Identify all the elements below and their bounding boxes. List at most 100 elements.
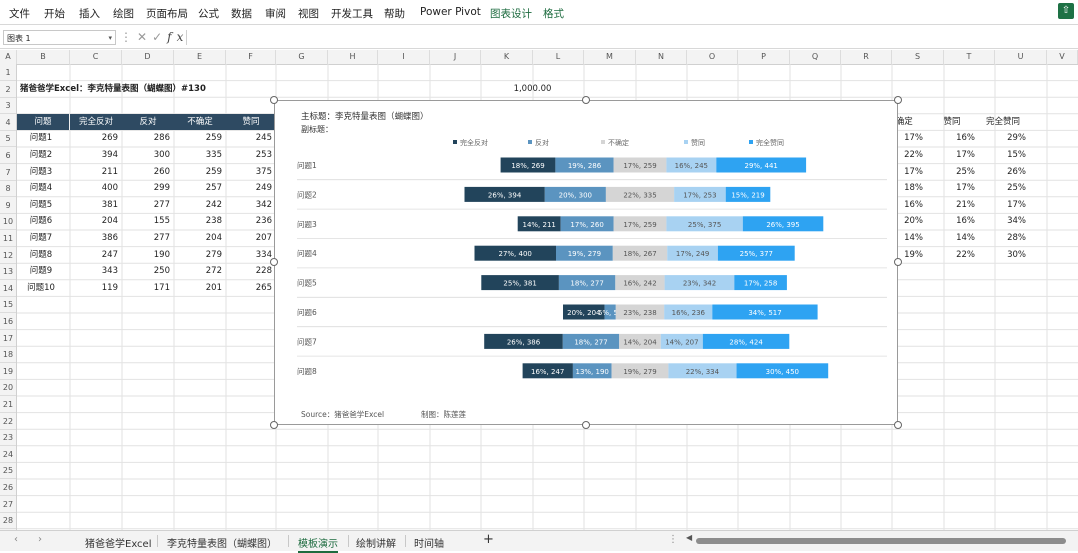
cancel-icon[interactable]: ✕ bbox=[137, 30, 152, 44]
column-header-J[interactable]: J bbox=[430, 50, 481, 64]
column-header-Q[interactable]: Q bbox=[790, 50, 841, 64]
table-cell[interactable]: 257 bbox=[174, 180, 222, 196]
row-header-2[interactable]: 2 bbox=[0, 81, 16, 98]
ribbon-tab-power-pivot[interactable]: Power Pivot bbox=[420, 6, 481, 18]
table-header-2[interactable]: 完全反对 bbox=[70, 114, 122, 130]
column-header-P[interactable]: P bbox=[738, 50, 790, 64]
table-header-5[interactable]: 赞同 bbox=[226, 114, 276, 130]
row-header-6[interactable]: 6 bbox=[0, 147, 16, 164]
row-header-19[interactable]: 19 bbox=[0, 363, 16, 380]
row-header-23[interactable]: 23 bbox=[0, 429, 16, 446]
table-cell[interactable]: 343 bbox=[70, 263, 118, 279]
horizontal-scrollbar[interactable]: ◀ bbox=[686, 533, 1072, 545]
table-cell[interactable]: 207 bbox=[226, 230, 272, 246]
name-box[interactable]: 图表 1 ▾ bbox=[3, 30, 116, 45]
ribbon-tab-draw[interactable]: 绘图 bbox=[113, 6, 134, 21]
ribbon-tab-home[interactable]: 开始 bbox=[44, 6, 65, 21]
right-table-cell[interactable]: 17% bbox=[978, 197, 1026, 213]
table-cell[interactable]: 245 bbox=[226, 130, 272, 146]
row-header-8[interactable]: 8 bbox=[0, 180, 16, 197]
chevron-down-icon[interactable]: ▾ bbox=[108, 31, 112, 46]
ribbon-tab-format[interactable]: 格式 bbox=[543, 6, 564, 21]
table-cell[interactable]: 277 bbox=[122, 197, 170, 213]
table-cell[interactable]: 260 bbox=[122, 164, 170, 180]
table-cell[interactable]: 300 bbox=[122, 147, 170, 163]
resize-handle[interactable] bbox=[894, 96, 902, 104]
table-row-label[interactable]: 问题8 bbox=[17, 247, 65, 263]
row-header-18[interactable]: 18 bbox=[0, 346, 16, 363]
right-header-3[interactable]: 完全赞同 bbox=[978, 114, 1028, 130]
right-table-cell[interactable]: 25% bbox=[978, 180, 1026, 196]
table-cell[interactable]: 265 bbox=[226, 280, 272, 296]
table-row-label[interactable]: 问题5 bbox=[17, 197, 65, 213]
row-header-13[interactable]: 13 bbox=[0, 263, 16, 280]
column-header-B[interactable]: B bbox=[17, 50, 70, 64]
ribbon-tab-review[interactable]: 审阅 bbox=[265, 6, 286, 21]
row-header-21[interactable]: 21 bbox=[0, 396, 16, 413]
table-cell[interactable]: 259 bbox=[174, 164, 222, 180]
table-cell[interactable]: 247 bbox=[70, 247, 118, 263]
add-sheet-button[interactable]: + bbox=[483, 532, 494, 547]
table-row-label[interactable]: 问题2 bbox=[17, 147, 65, 163]
table-cell[interactable]: 201 bbox=[174, 280, 222, 296]
table-row-label[interactable]: 问题9 bbox=[17, 263, 65, 279]
right-table-cell[interactable]: 22% bbox=[927, 247, 975, 263]
share-icon[interactable]: ⇧ bbox=[1058, 3, 1074, 19]
column-header-N[interactable]: N bbox=[636, 50, 687, 64]
column-header-R[interactable]: R bbox=[841, 50, 892, 64]
ribbon-tab-view[interactable]: 视图 bbox=[298, 6, 319, 21]
column-header-T[interactable]: T bbox=[944, 50, 995, 64]
table-cell[interactable]: 279 bbox=[174, 247, 222, 263]
likert-chart[interactable]: 主标题：李克特量表图（蝴蝶图） 副标题： 完全反对 反对 不确定 赞同 完全赞同 问题1 18%… bbox=[274, 100, 898, 425]
column-header-I[interactable]: I bbox=[378, 50, 430, 64]
right-table-cell[interactable]: 28% bbox=[978, 230, 1026, 246]
row-header-15[interactable]: 15 bbox=[0, 296, 16, 313]
next-sheet-icon[interactable]: › bbox=[38, 534, 42, 545]
table-row-label[interactable]: 问题10 bbox=[17, 280, 65, 296]
row-header-10[interactable]: 10 bbox=[0, 213, 16, 230]
table-cell[interactable]: 259 bbox=[174, 130, 222, 146]
table-cell[interactable]: 277 bbox=[122, 230, 170, 246]
row-header-17[interactable]: 17 bbox=[0, 330, 16, 347]
column-header-H[interactable]: H bbox=[328, 50, 378, 64]
table-cell[interactable]: 204 bbox=[174, 230, 222, 246]
table-cell[interactable]: 119 bbox=[70, 280, 118, 296]
column-header-O[interactable]: O bbox=[687, 50, 738, 64]
table-cell[interactable]: 238 bbox=[174, 213, 222, 229]
table-header-3[interactable]: 反对 bbox=[122, 114, 174, 130]
scrollbar-thumb[interactable] bbox=[696, 538, 1066, 544]
table-cell[interactable]: 249 bbox=[226, 180, 272, 196]
table-cell[interactable]: 400 bbox=[70, 180, 118, 196]
sheet-tab-5[interactable]: 时间轴 bbox=[414, 535, 444, 550]
table-cell[interactable]: 286 bbox=[122, 130, 170, 146]
row-header-7[interactable]: 7 bbox=[0, 164, 16, 181]
right-table-cell[interactable]: 16% bbox=[927, 213, 975, 229]
column-header-S[interactable]: S bbox=[892, 50, 944, 64]
right-table-cell[interactable]: 14% bbox=[927, 230, 975, 246]
resize-handle[interactable] bbox=[582, 96, 590, 104]
table-row-label[interactable]: 问题6 bbox=[17, 213, 65, 229]
row-header-16[interactable]: 16 bbox=[0, 313, 16, 330]
ribbon-tab-page-layout[interactable]: 页面布局 bbox=[146, 6, 188, 21]
table-cell[interactable]: 190 bbox=[122, 247, 170, 263]
right-table-cell[interactable]: 34% bbox=[978, 213, 1026, 229]
table-cell[interactable]: 342 bbox=[226, 197, 272, 213]
column-header-A[interactable]: A bbox=[0, 50, 17, 64]
table-cell[interactable]: 381 bbox=[70, 197, 118, 213]
row-header-9[interactable]: 9 bbox=[0, 197, 16, 214]
row-header-28[interactable]: 28 bbox=[0, 512, 16, 529]
row-header-5[interactable]: 5 bbox=[0, 130, 16, 147]
table-cell[interactable]: 375 bbox=[226, 164, 272, 180]
resize-handle[interactable] bbox=[270, 421, 278, 429]
right-header-2[interactable]: 赞同 bbox=[927, 114, 977, 130]
right-table-cell[interactable]: 16% bbox=[927, 130, 975, 146]
sheet-tab-3[interactable]: 模板演示 bbox=[298, 535, 338, 553]
table-cell[interactable]: 269 bbox=[70, 130, 118, 146]
table-cell[interactable]: 155 bbox=[122, 213, 170, 229]
more-sheets-icon[interactable]: ⋮ bbox=[668, 534, 678, 545]
confirm-icon[interactable]: ✓ bbox=[152, 30, 167, 44]
table-row-label[interactable]: 问题1 bbox=[17, 130, 65, 146]
ribbon-tab-insert[interactable]: 插入 bbox=[79, 6, 100, 21]
table-cell[interactable]: 228 bbox=[226, 263, 272, 279]
row-header-14[interactable]: 14 bbox=[0, 280, 16, 297]
